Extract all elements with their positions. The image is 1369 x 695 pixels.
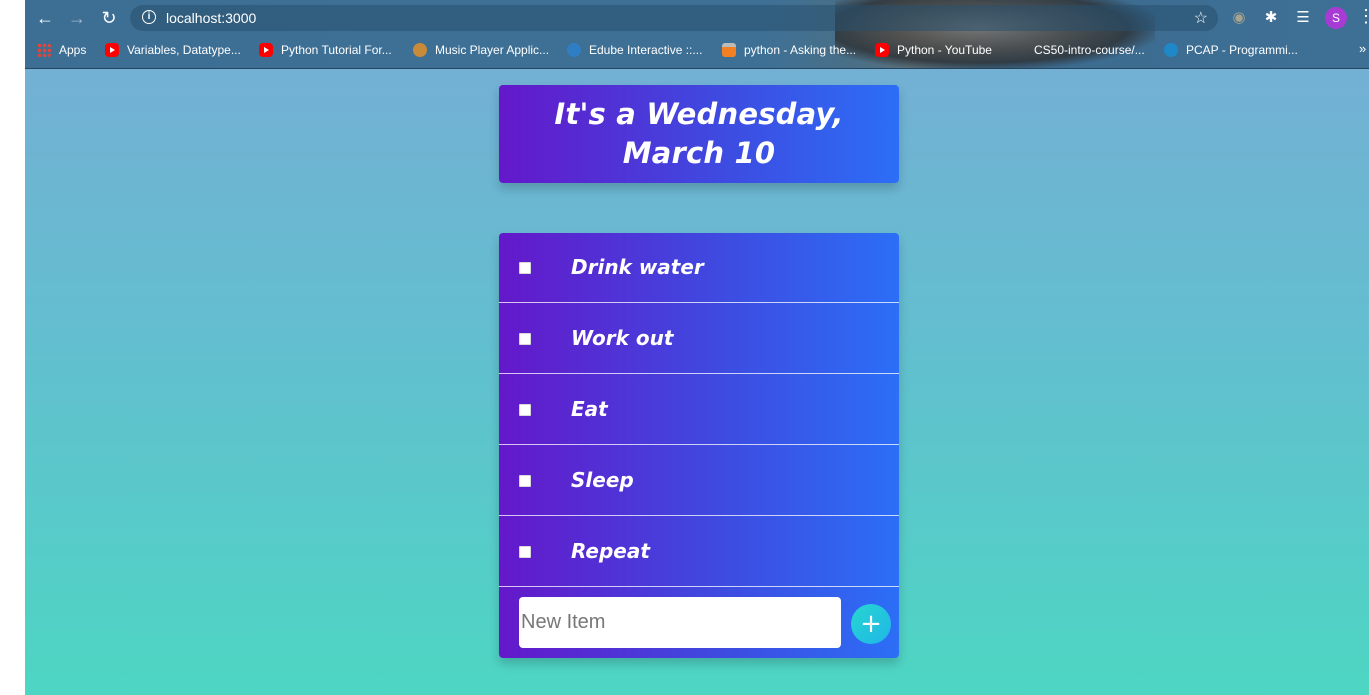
bookmarks-bar: Apps Variables, Datatype... Python Tutor… xyxy=(25,38,1369,62)
bookmark-label: Python - YouTube xyxy=(897,43,992,57)
list-item: Eat xyxy=(499,375,899,445)
list-item: Sleep xyxy=(499,446,899,516)
bookmark-pcap[interactable]: PCAP - Programmi... xyxy=(1164,41,1298,59)
bookmark-star-icon[interactable]: ☆ xyxy=(1194,8,1208,28)
bookmark-apps[interactable]: Apps xyxy=(37,41,86,59)
item-checkbox[interactable] xyxy=(519,475,531,487)
address-bar[interactable]: i localhost:3000 ☆ xyxy=(130,5,1218,31)
forward-arrow-icon[interactable]: → xyxy=(66,7,88,29)
bookmark-label: Variables, Datatype... xyxy=(127,43,241,57)
profile-avatar[interactable]: S xyxy=(1325,7,1347,29)
date-heading-card: It's a Wednesday, March 10 xyxy=(499,85,899,183)
item-label: Drink water xyxy=(571,255,704,279)
bookmark-stackoverflow[interactable]: python - Asking the... xyxy=(722,41,856,59)
todo-list-card: Drink water Work out Eat Sleep Repeat + xyxy=(499,233,899,658)
music-app-icon xyxy=(413,43,427,57)
bookmark-label: Python Tutorial For... xyxy=(281,43,392,57)
reload-icon[interactable]: ↻ xyxy=(98,7,120,29)
todo-page: It's a Wednesday, March 10 Drink water W… xyxy=(25,69,1369,695)
site-info-icon[interactable]: i xyxy=(142,10,156,24)
bookmark-music-player[interactable]: Music Player Applic... xyxy=(413,41,549,59)
bookmark-label: Music Player Applic... xyxy=(435,43,550,57)
item-label: Repeat xyxy=(571,539,650,563)
media-queue-icon[interactable]: ☰ xyxy=(1293,8,1313,28)
apps-grid-icon xyxy=(37,43,51,57)
address-url[interactable]: localhost:3000 xyxy=(166,10,256,26)
date-heading: It's a Wednesday, March 10 xyxy=(554,97,844,170)
youtube-icon xyxy=(875,43,889,57)
bookmark-python-youtube[interactable]: Python - YouTube xyxy=(875,41,992,59)
list-item: Repeat xyxy=(499,517,899,587)
youtube-icon xyxy=(259,43,273,57)
bookmark-label: CS50-intro-course/... xyxy=(1034,43,1145,57)
left-strip xyxy=(0,0,25,695)
bookmark-edube[interactable]: Edube Interactive ::... xyxy=(567,41,702,59)
item-checkbox[interactable] xyxy=(519,333,531,345)
browser-toolbar: ← → ↻ i localhost:3000 ☆ ◉ ✱ ☰ S ⋮ Apps … xyxy=(25,0,1369,69)
youtube-icon xyxy=(105,43,119,57)
more-bookmarks-chevron-icon[interactable]: » xyxy=(1359,41,1366,56)
item-checkbox[interactable] xyxy=(519,404,531,416)
bookmark-label: Apps xyxy=(59,43,87,57)
item-label: Eat xyxy=(571,397,608,421)
item-checkbox[interactable] xyxy=(519,262,531,274)
bookmark-python-tutorial[interactable]: Python Tutorial For... xyxy=(259,41,392,59)
back-arrow-icon[interactable]: ← xyxy=(34,7,56,29)
menu-kebab-icon[interactable]: ⋮ xyxy=(1357,6,1369,27)
add-item-button[interactable]: + xyxy=(851,604,891,644)
stackoverflow-icon xyxy=(722,43,736,57)
new-item-input[interactable] xyxy=(519,597,841,648)
list-item: Work out xyxy=(499,304,899,374)
item-checkbox[interactable] xyxy=(519,546,531,558)
puzzle-extensions-icon[interactable]: ✱ xyxy=(1261,8,1281,28)
list-item: Drink water xyxy=(499,233,899,303)
bookmark-label: python - Asking the... xyxy=(744,43,857,57)
pcap-icon xyxy=(1164,43,1178,57)
bug-extension-icon[interactable]: ◉ xyxy=(1229,8,1249,28)
bookmark-cs50[interactable]: CS50-intro-course/... xyxy=(1034,41,1145,59)
bookmark-label: Edube Interactive ::... xyxy=(589,43,703,57)
bookmark-variables[interactable]: Variables, Datatype... xyxy=(105,41,241,59)
bookmark-label: PCAP - Programmi... xyxy=(1186,43,1298,57)
item-label: Sleep xyxy=(571,468,634,492)
edube-icon xyxy=(567,43,581,57)
item-label: Work out xyxy=(571,326,674,350)
